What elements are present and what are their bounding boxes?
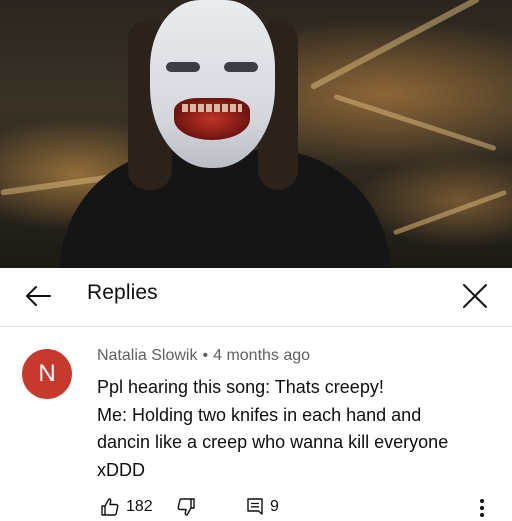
background-branch — [333, 93, 497, 152]
thumbs-down-icon — [177, 498, 195, 516]
dislike-button[interactable] — [176, 497, 196, 517]
comment-text: Ppl hearing this song: Thats creepy! Me:… — [97, 374, 497, 484]
page-title: Replies — [87, 281, 158, 304]
comment-line: Me: Holding two knifes in each hand and — [97, 404, 422, 425]
comment-line: xDDD — [97, 459, 145, 480]
avatar-letter: N — [38, 360, 56, 387]
back-button[interactable] — [18, 278, 58, 314]
comment-item: N Natalia Slowik • 4 months ago Ppl hearin… — [0, 327, 512, 520]
like-count: 182 — [126, 498, 153, 515]
comment-meta: Natalia Slowik • 4 months ago — [97, 347, 310, 365]
video-figure-body — [60, 150, 390, 268]
comment-icon — [247, 498, 263, 515]
comment-line: Ppl hearing this song: Thats creepy! — [97, 377, 384, 397]
more-vertical-icon — [480, 499, 484, 517]
replies-header: Replies — [0, 268, 512, 324]
comment-time: 4 months ago — [213, 347, 311, 364]
like-button[interactable]: 182 — [100, 497, 153, 517]
face-teeth — [182, 104, 242, 112]
video-figure-face — [150, 0, 275, 168]
avatar[interactable]: N — [22, 349, 72, 399]
reply-count: 9 — [270, 498, 279, 515]
comment-author[interactable]: Natalia Slowik — [97, 347, 197, 364]
background-branch — [309, 0, 481, 91]
reply-button[interactable]: 9 — [246, 497, 279, 517]
arrow-left-icon — [26, 286, 51, 306]
more-options-button[interactable] — [478, 497, 486, 519]
comment-actions: 182 9 — [0, 497, 512, 521]
close-icon — [463, 284, 487, 308]
face-eye — [166, 62, 200, 72]
comment-line: dancin like a creep who wanna kill every… — [97, 432, 449, 452]
background-branch — [392, 189, 508, 236]
meta-separator: • — [202, 347, 209, 364]
face-eye — [224, 62, 258, 72]
video-player[interactable] — [0, 0, 512, 268]
thumbs-up-icon — [101, 498, 119, 516]
close-button[interactable] — [455, 276, 495, 316]
